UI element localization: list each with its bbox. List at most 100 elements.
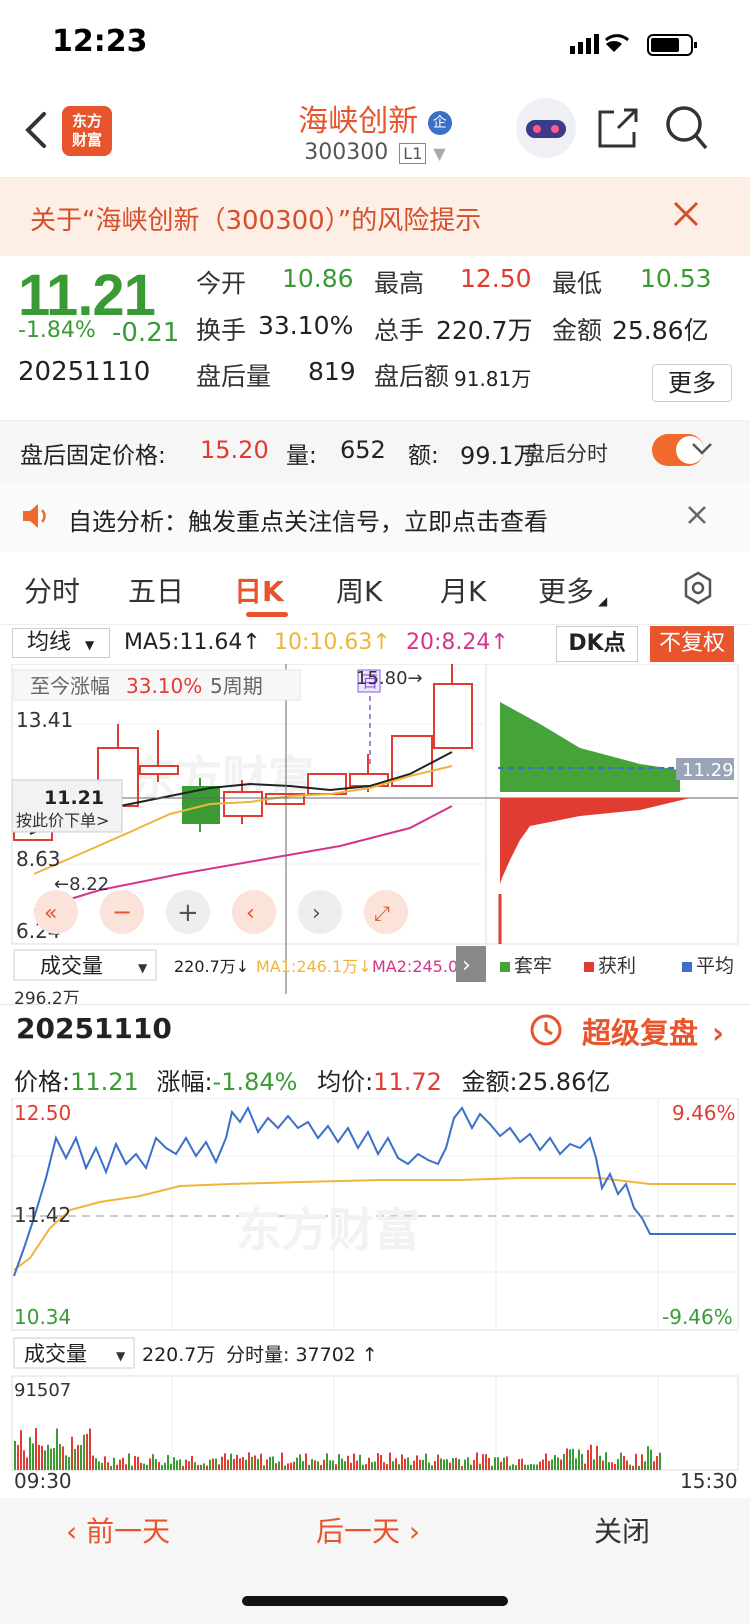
after-amount-value: 91.81万 [454, 367, 532, 391]
intraday-volume-select[interactable]: 成交量 [24, 1342, 87, 1366]
ma-select[interactable]: 均线 ▼ [12, 628, 110, 658]
search-icon[interactable] [664, 104, 708, 152]
gain-summary-value: 33.10% [126, 674, 202, 698]
volume-bar [542, 1459, 544, 1470]
close-icon[interactable] [672, 200, 700, 228]
risk-banner-text[interactable]: 关于“海峡创新（300300）”的风险提示 [30, 200, 481, 237]
volume-bar [476, 1452, 478, 1470]
volume-bar [647, 1446, 649, 1470]
cursor-order-hint[interactable]: 按此价下单> [16, 811, 109, 830]
volume-bar [587, 1449, 589, 1470]
chevron-down-icon[interactable] [690, 440, 714, 458]
volume-bar [218, 1464, 220, 1470]
volume-bar [590, 1444, 592, 1470]
kline-volume-select[interactable]: 成交量 [40, 954, 103, 978]
share-icon[interactable] [596, 106, 640, 150]
volume-bar [335, 1464, 337, 1470]
volume-bar [221, 1456, 223, 1470]
expand-arrow-icon[interactable]: › [462, 953, 471, 978]
volume-bar [209, 1459, 211, 1470]
super-replay-link[interactable]: 超级复盘 › [582, 1010, 724, 1052]
close-button[interactable]: 关闭 [594, 1510, 650, 1550]
chevron-right-icon: › [712, 1016, 725, 1050]
volume-label: 总手 [374, 316, 425, 345]
gear-icon[interactable] [680, 570, 716, 606]
chip-legend-trapped: 套牢 [514, 955, 552, 977]
level-badge: L1 [399, 143, 427, 164]
volume-bar [350, 1462, 352, 1470]
volume-bar [116, 1464, 118, 1470]
volume-bar [83, 1434, 85, 1470]
volume-bar [314, 1460, 316, 1470]
replay-clock-icon[interactable] [526, 1010, 566, 1050]
volume-bar [479, 1463, 481, 1470]
volume-bar [311, 1459, 313, 1470]
volume-bar [404, 1458, 406, 1470]
volume-bar [383, 1462, 385, 1470]
intraday-chart[interactable]: 东方财富 12.50 11.42 10.34 9.46% -9.46% 成交量 … [0, 1098, 750, 1498]
intraday-y-mid: 11.42 [14, 1203, 71, 1227]
volume-bar [326, 1453, 328, 1470]
kline-chart[interactable]: 东方财富 百 至今涨幅 33.10% 5周期 13.41 8.63 6.24 1… [0, 664, 750, 1004]
tab-five-day[interactable]: 五日 [128, 570, 184, 610]
volume-bar [50, 1448, 52, 1470]
volume-bar [551, 1459, 553, 1470]
volume-bar [533, 1464, 535, 1470]
volume-bar [629, 1464, 631, 1470]
volume-bar [512, 1464, 514, 1470]
no-adjust-button[interactable]: 不复权 [650, 626, 734, 662]
volume-bar [251, 1456, 253, 1470]
turnover-value: 33.10% [258, 311, 354, 340]
volume-bar [323, 1459, 325, 1470]
volume-bar [428, 1462, 430, 1470]
tab-weekly-k[interactable]: 周K [336, 570, 382, 610]
volume-bar [191, 1455, 193, 1470]
volume-bar [641, 1454, 643, 1470]
dk-point-button[interactable]: DK点 [556, 626, 638, 662]
volume-bar [437, 1454, 439, 1470]
next-day-button[interactable]: 后一天 › [316, 1510, 420, 1550]
volume-bar [599, 1455, 601, 1470]
volume-bar [434, 1461, 436, 1470]
tab-more[interactable]: 更多 [538, 570, 594, 610]
status-icons [570, 34, 697, 56]
more-button[interactable]: 更多 [652, 364, 732, 402]
volume-bar [356, 1460, 358, 1470]
volume-bar [23, 1450, 25, 1470]
volume-bar [155, 1459, 157, 1470]
tab-intraday[interactable]: 分时 [24, 570, 80, 610]
volume-bar [539, 1461, 541, 1470]
tab-monthly-k[interactable]: 月K [440, 570, 486, 610]
speaker-icon [23, 504, 46, 528]
volume-bar [206, 1465, 208, 1470]
tab-daily-k[interactable]: 日K [234, 570, 284, 610]
close-icon[interactable] [686, 504, 708, 526]
volume-bar [185, 1459, 187, 1470]
volume-bar [458, 1459, 460, 1470]
signal-banner-text[interactable]: 自选分析：触发重点关注信号，立即点击查看 [68, 502, 548, 537]
robot-avatar[interactable] [516, 98, 576, 158]
volume-bar [275, 1463, 277, 1470]
volume-bar [584, 1463, 586, 1470]
volume-bar [413, 1460, 415, 1470]
volume-bar [302, 1461, 304, 1470]
volume-bar [521, 1458, 523, 1470]
volume-bar [650, 1449, 652, 1470]
prev-day-button[interactable]: ‹ 前一天 [66, 1510, 170, 1550]
kline-volume-ma1: MA1:246.1万↓ [256, 957, 372, 976]
after-amount-label: 盘后额 [374, 362, 450, 391]
volume-bar [35, 1428, 37, 1470]
fixed-amt-label: 额: [408, 443, 439, 469]
volume-value: 220.7万 [436, 316, 533, 345]
volume-bar [281, 1452, 283, 1470]
volume-bar [269, 1456, 271, 1470]
chevron-down-icon: ▼ [433, 144, 446, 163]
volume-bar [131, 1465, 133, 1470]
volume-bar [260, 1453, 262, 1470]
volume-bar [386, 1464, 388, 1470]
volume-bar [653, 1461, 655, 1470]
volume-bar [635, 1453, 637, 1470]
volume-bar [461, 1465, 463, 1470]
volume-bar [353, 1453, 355, 1470]
low-label: 最低 [552, 269, 603, 298]
